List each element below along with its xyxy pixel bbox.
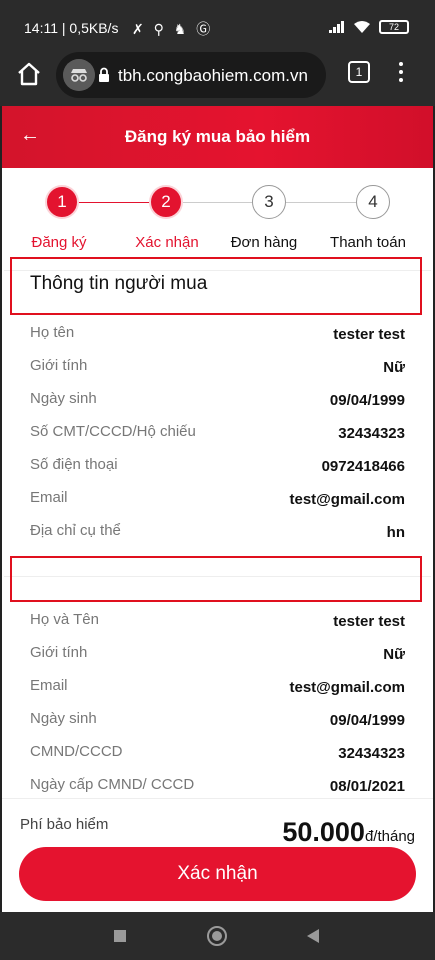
row-label: Email	[30, 677, 68, 694]
battery-icon: 72	[379, 20, 409, 34]
info-row: Ngày sinh 09/04/1999	[2, 710, 433, 743]
info-row: Số CMT/CCCD/Hộ chiếu 32434323	[2, 423, 433, 456]
row-value: 32434323	[338, 425, 405, 442]
row-label: Giới tính	[30, 357, 88, 374]
row-label: CMND/CCCD	[30, 743, 123, 760]
info-row: Giới tính Nữ	[2, 644, 433, 677]
incognito-icon	[63, 59, 95, 91]
info-row: Số điện thoại 0972418466	[2, 456, 433, 489]
lock-icon	[99, 67, 109, 82]
row-value: test@gmail.com	[289, 491, 406, 508]
row-label: Họ tên	[30, 324, 75, 341]
row-label: Ngày sinh	[30, 390, 97, 407]
fee-label: Phí bảo hiểm	[20, 816, 109, 833]
row-label: Ngày sinh	[30, 710, 97, 727]
step-3-label: Đơn hàng	[230, 234, 298, 251]
row-value: 0972418466	[321, 458, 405, 475]
browser-toolbar: tbh.congbaohiem.com.vn 1	[0, 44, 435, 106]
row-label: Số điện thoại	[30, 456, 118, 473]
signal-icon	[329, 21, 345, 33]
home-nav-icon[interactable]	[207, 926, 227, 946]
row-value: Nữ	[383, 646, 405, 663]
tab-switcher-button[interactable]: 1	[348, 61, 370, 83]
status-time: 14:11 | 0,5KB/s	[24, 20, 119, 36]
step-2-label: Xác nhận	[135, 234, 199, 251]
step-1-circle: 1	[45, 185, 79, 219]
step-2-circle: 2	[149, 185, 183, 219]
step-4-label: Thanh toán	[330, 234, 406, 251]
more-menu-icon[interactable]	[396, 62, 406, 86]
row-value: tester test	[333, 326, 405, 343]
info-row: Email test@gmail.com	[2, 489, 433, 522]
row-label: Họ và Tên	[30, 611, 99, 628]
buyer-section-header: Thông tin người mua	[10, 257, 422, 315]
row-value: 09/04/1999	[329, 712, 405, 729]
step-connector	[79, 202, 149, 203]
step-1-label: Đăng ký	[31, 234, 87, 251]
row-value: 08/01/2021	[329, 778, 405, 795]
row-value: hn	[386, 524, 405, 541]
system-nav-bar	[0, 912, 435, 960]
step-4-circle: 4	[356, 185, 390, 219]
row-value: 09/04/1999	[329, 392, 405, 409]
confirm-button[interactable]: Xác nhận	[19, 847, 416, 901]
status-right-icons: 72	[329, 20, 409, 34]
buyer-section-title: Thông tin người mua	[30, 273, 208, 294]
row-value: test@gmail.com	[289, 679, 406, 696]
info-row: Họ và Tên tester test	[2, 611, 433, 644]
fee-unit: đ/tháng	[364, 828, 415, 845]
url-text: tbh.congbaohiem.com.vn	[118, 66, 308, 85]
home-icon[interactable]	[15, 60, 43, 88]
row-label: Số CMT/CCCD/Hộ chiếu	[30, 423, 196, 440]
info-row: Ngày cấp CMND/ CCCD 08/01/2021	[2, 776, 433, 798]
step-connector	[286, 202, 356, 203]
info-row: Địa chỉ cụ thể hn	[2, 522, 433, 555]
info-row: Họ tên tester test	[2, 324, 433, 357]
app-header: ← Đăng ký mua bảo hiểm	[2, 106, 433, 168]
row-label: Địa chỉ cụ thể	[30, 522, 121, 539]
step-connector	[183, 202, 252, 203]
row-label: Email	[30, 489, 68, 506]
main-content: 1 2 3 4 Đăng ký Xác nhận Đơn hàng Thanh …	[2, 168, 433, 798]
fee-number: 50.000	[282, 817, 365, 847]
row-label: Ngày cấp CMND/ CCCD	[30, 776, 195, 793]
info-row: Ngày sinh 09/04/1999	[2, 390, 433, 423]
info-row: CMND/CCCD 32434323	[2, 743, 433, 776]
insured-section-header	[10, 556, 422, 602]
page-title: Đăng ký mua bảo hiểm	[124, 127, 311, 146]
price-footer: Phí bảo hiểm 50.000đ/tháng Xác nhận	[2, 798, 433, 912]
info-row: Giới tính Nữ	[2, 357, 433, 390]
row-value: Nữ	[383, 359, 405, 376]
row-value: 32434323	[338, 745, 405, 762]
row-label: Giới tính	[30, 644, 88, 661]
step-indicator: 1 2 3 4 Đăng ký Xác nhận Đơn hàng Thanh …	[2, 168, 433, 264]
address-bar[interactable]: tbh.congbaohiem.com.vn	[56, 52, 326, 98]
status-bar: 14:11 | 0,5KB/s ✗ ⚲ ♞ Ⓖ 72	[0, 0, 435, 44]
info-row: Email test@gmail.com	[2, 677, 433, 710]
notification-icons: ✗ ⚲ ♞ Ⓖ	[132, 21, 214, 37]
wifi-icon	[354, 21, 370, 33]
recents-icon[interactable]	[114, 930, 126, 942]
fee-amount: 50.000đ/tháng	[282, 817, 415, 848]
step-3-circle: 3	[252, 185, 286, 219]
row-value: tester test	[333, 613, 405, 630]
back-nav-icon[interactable]	[307, 929, 319, 943]
